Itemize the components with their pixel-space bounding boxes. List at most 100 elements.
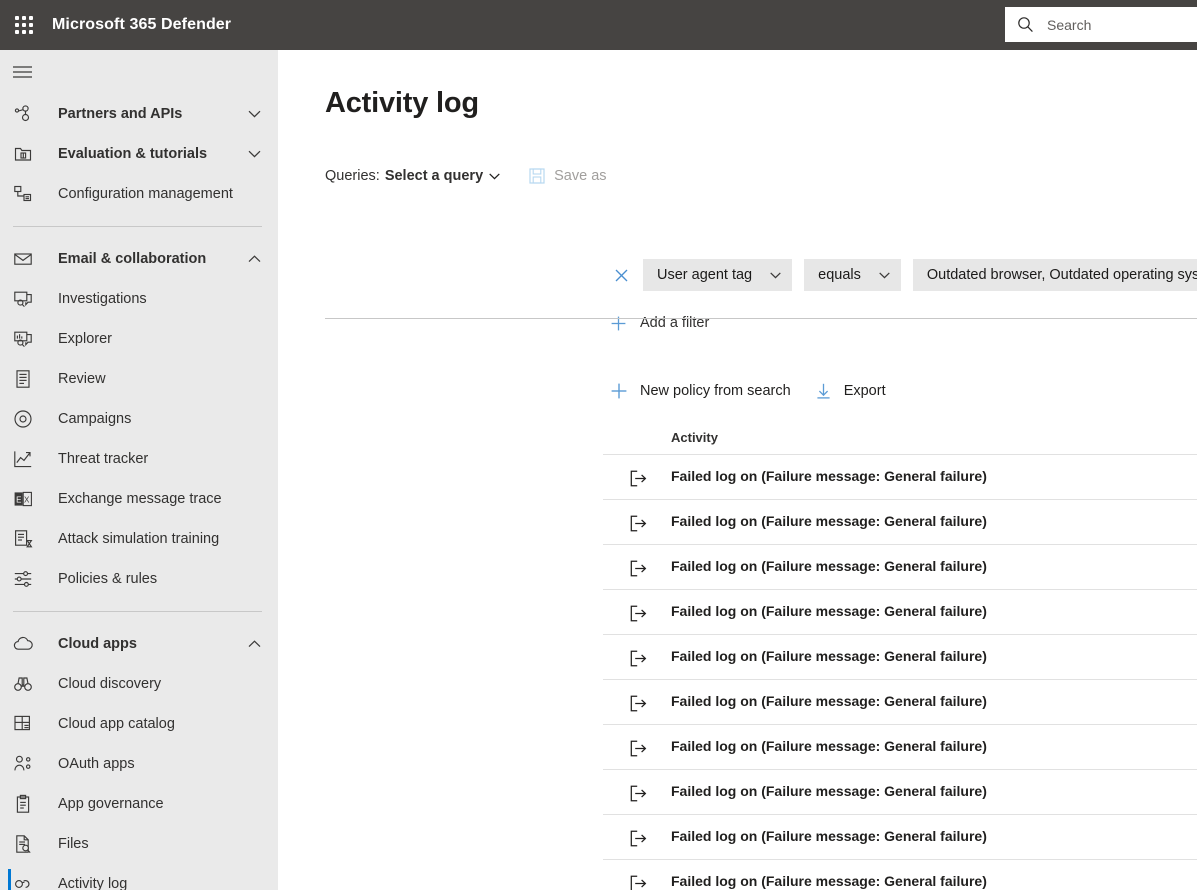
chevron-down-icon[interactable] <box>247 147 261 161</box>
sidebar-item-app-governance[interactable]: App governance <box>0 784 278 824</box>
table-row[interactable]: Failed log on (Failure message: General … <box>603 724 1197 769</box>
sidebar-item-cloud-discovery[interactable]: Cloud discovery <box>0 664 278 704</box>
table-row[interactable]: Failed log on (Failure message: General … <box>603 769 1197 814</box>
sidebar-item-configuration-management[interactable]: Configuration management <box>0 174 278 214</box>
activity-cell: Failed log on (Failure message: General … <box>671 603 987 619</box>
app-launcher-icon[interactable] <box>0 0 48 50</box>
select-query-dropdown[interactable]: Select a query <box>385 168 483 184</box>
table-row[interactable]: Failed log on (Failure message: General … <box>603 814 1197 859</box>
sidebar-item-investigations[interactable]: Investigations <box>0 279 278 319</box>
activity-cell: Failed log on (Failure message: General … <box>671 738 987 754</box>
sidebar-item-label: Email & collaboration <box>58 251 206 267</box>
global-search-box[interactable]: Search <box>1005 7 1197 42</box>
save-as-label: Save as <box>554 168 606 184</box>
sidebar-item-explorer[interactable]: Explorer <box>0 319 278 359</box>
sidebar-item-label: Cloud discovery <box>58 676 161 692</box>
sidebar-item-activity-log[interactable]: Activity log <box>0 864 278 890</box>
table-row[interactable]: Failed log on (Failure message: General … <box>603 499 1197 544</box>
sidebar-item-label: OAuth apps <box>58 756 135 772</box>
search-input-placeholder[interactable]: Search <box>1047 17 1091 33</box>
cloud-icon <box>13 633 39 655</box>
table-row[interactable]: Failed log on (Failure message: General … <box>603 679 1197 724</box>
svg-text:E: E <box>16 495 21 504</box>
sidebar-item-label: Review <box>58 371 106 387</box>
activity-cell: Failed log on (Failure message: General … <box>671 693 987 709</box>
new-policy-from-search-button[interactable]: New policy from search <box>611 383 791 399</box>
sidebar-item-email-collaboration[interactable]: Email & collaboration <box>0 239 278 279</box>
sign-in-arrow-icon <box>629 559 647 577</box>
sidebar-divider <box>13 226 262 227</box>
sidebar-navigation: Partners and APIs Evaluation & tutorials C… <box>0 50 278 890</box>
sidebar-item-label: Evaluation & tutorials <box>58 146 207 162</box>
column-header-activity: Activity <box>671 420 718 445</box>
chevron-down-icon <box>770 272 781 279</box>
sidebar-item-evaluation-tutorials[interactable]: Evaluation & tutorials <box>0 134 278 174</box>
app-brand-title: Microsoft 365 Defender <box>52 16 231 34</box>
sign-in-arrow-icon <box>629 694 647 712</box>
sign-in-arrow-icon <box>629 514 647 532</box>
sidebar-item-campaigns[interactable]: Campaigns <box>0 399 278 439</box>
sidebar-item-label: Campaigns <box>58 411 131 427</box>
table-row[interactable]: Failed log on (Failure message: General … <box>603 544 1197 589</box>
sidebar-item-label: Policies & rules <box>58 571 157 587</box>
evaluation-tutorials-icon <box>13 143 39 165</box>
table-row[interactable]: Failed log on (Failure message: General … <box>603 634 1197 679</box>
sidebar-item-threat-tracker[interactable]: Threat tracker <box>0 439 278 479</box>
activity-log-table: Activity User Failed log on (Failure mes… <box>603 420 1197 890</box>
sign-in-arrow-icon <box>629 784 647 802</box>
sign-in-arrow-icon <box>629 874 647 890</box>
sidebar-item-label: Investigations <box>58 291 147 307</box>
table-row[interactable]: Failed log on (Failure message: General … <box>603 859 1197 890</box>
search-icon <box>1017 16 1039 34</box>
review-icon <box>13 368 39 390</box>
filter-value-dropdown[interactable]: Outdated browser, Outdated operating sys… <box>913 259 1197 291</box>
sidebar-item-cloud-apps[interactable]: Cloud apps <box>0 624 278 664</box>
catalog-grid-icon <box>13 713 39 735</box>
sidebar-item-cloud-app-catalog[interactable]: Cloud app catalog <box>0 704 278 744</box>
sidebar-item-files[interactable]: Files <box>0 824 278 864</box>
export-button[interactable]: Export <box>816 383 886 399</box>
configuration-management-icon <box>13 183 39 205</box>
filter-field-dropdown[interactable]: User agent tag <box>643 259 792 291</box>
sign-in-arrow-icon <box>629 649 647 667</box>
sign-in-arrow-icon <box>629 469 647 487</box>
sidebar-item-attack-simulation-training[interactable]: Attack simulation training <box>0 519 278 559</box>
table-toolbar: New policy from search Export <box>611 383 911 399</box>
activity-cell: Failed log on (Failure message: General … <box>671 468 987 484</box>
sidebar-item-oauth-apps[interactable]: OAuth apps <box>0 744 278 784</box>
content-divider <box>325 318 1197 319</box>
sidebar-divider <box>13 611 262 612</box>
binoculars-icon <box>13 673 39 695</box>
sign-in-arrow-icon <box>629 829 647 847</box>
chevron-down-icon[interactable] <box>489 173 500 180</box>
sidebar-item-label: Explorer <box>58 331 112 347</box>
filter-field-label: User agent tag <box>657 267 752 283</box>
table-row[interactable]: Failed log on (Failure message: General … <box>603 589 1197 634</box>
chevron-up-icon[interactable] <box>247 252 261 266</box>
hamburger-icon[interactable] <box>0 50 278 94</box>
top-app-bar: Microsoft 365 Defender Search <box>0 0 1197 50</box>
queries-bar: Queries: Select a query Save as <box>325 168 607 184</box>
activity-cell: Failed log on (Failure message: General … <box>671 648 987 664</box>
chevron-up-icon[interactable] <box>247 637 261 651</box>
close-icon[interactable] <box>611 265 631 285</box>
activity-log-icon <box>13 873 39 890</box>
sidebar-item-label: Configuration management <box>58 186 233 202</box>
download-icon <box>816 383 831 399</box>
filter-operator-label: equals <box>818 267 861 283</box>
sidebar-item-review[interactable]: Review <box>0 359 278 399</box>
table-row[interactable]: Failed log on (Failure message: General … <box>603 454 1197 499</box>
mail-icon <box>13 248 39 270</box>
sidebar-item-policies-rules[interactable]: Policies & rules <box>0 559 278 599</box>
sidebar-item-label: Exchange message trace <box>58 491 222 507</box>
svg-text:X: X <box>24 495 30 504</box>
sidebar-item-exchange-message-trace[interactable]: XE Exchange message trace <box>0 479 278 519</box>
chevron-down-icon[interactable] <box>247 107 261 121</box>
sidebar-item-partners-and-apis[interactable]: Partners and APIs <box>0 94 278 134</box>
filter-operator-dropdown[interactable]: equals <box>804 259 901 291</box>
clipboard-icon <box>13 793 39 815</box>
activity-cell: Failed log on (Failure message: General … <box>671 558 987 574</box>
plus-icon <box>611 383 627 399</box>
new-policy-label: New policy from search <box>640 383 791 399</box>
oauth-apps-icon <box>13 753 39 775</box>
